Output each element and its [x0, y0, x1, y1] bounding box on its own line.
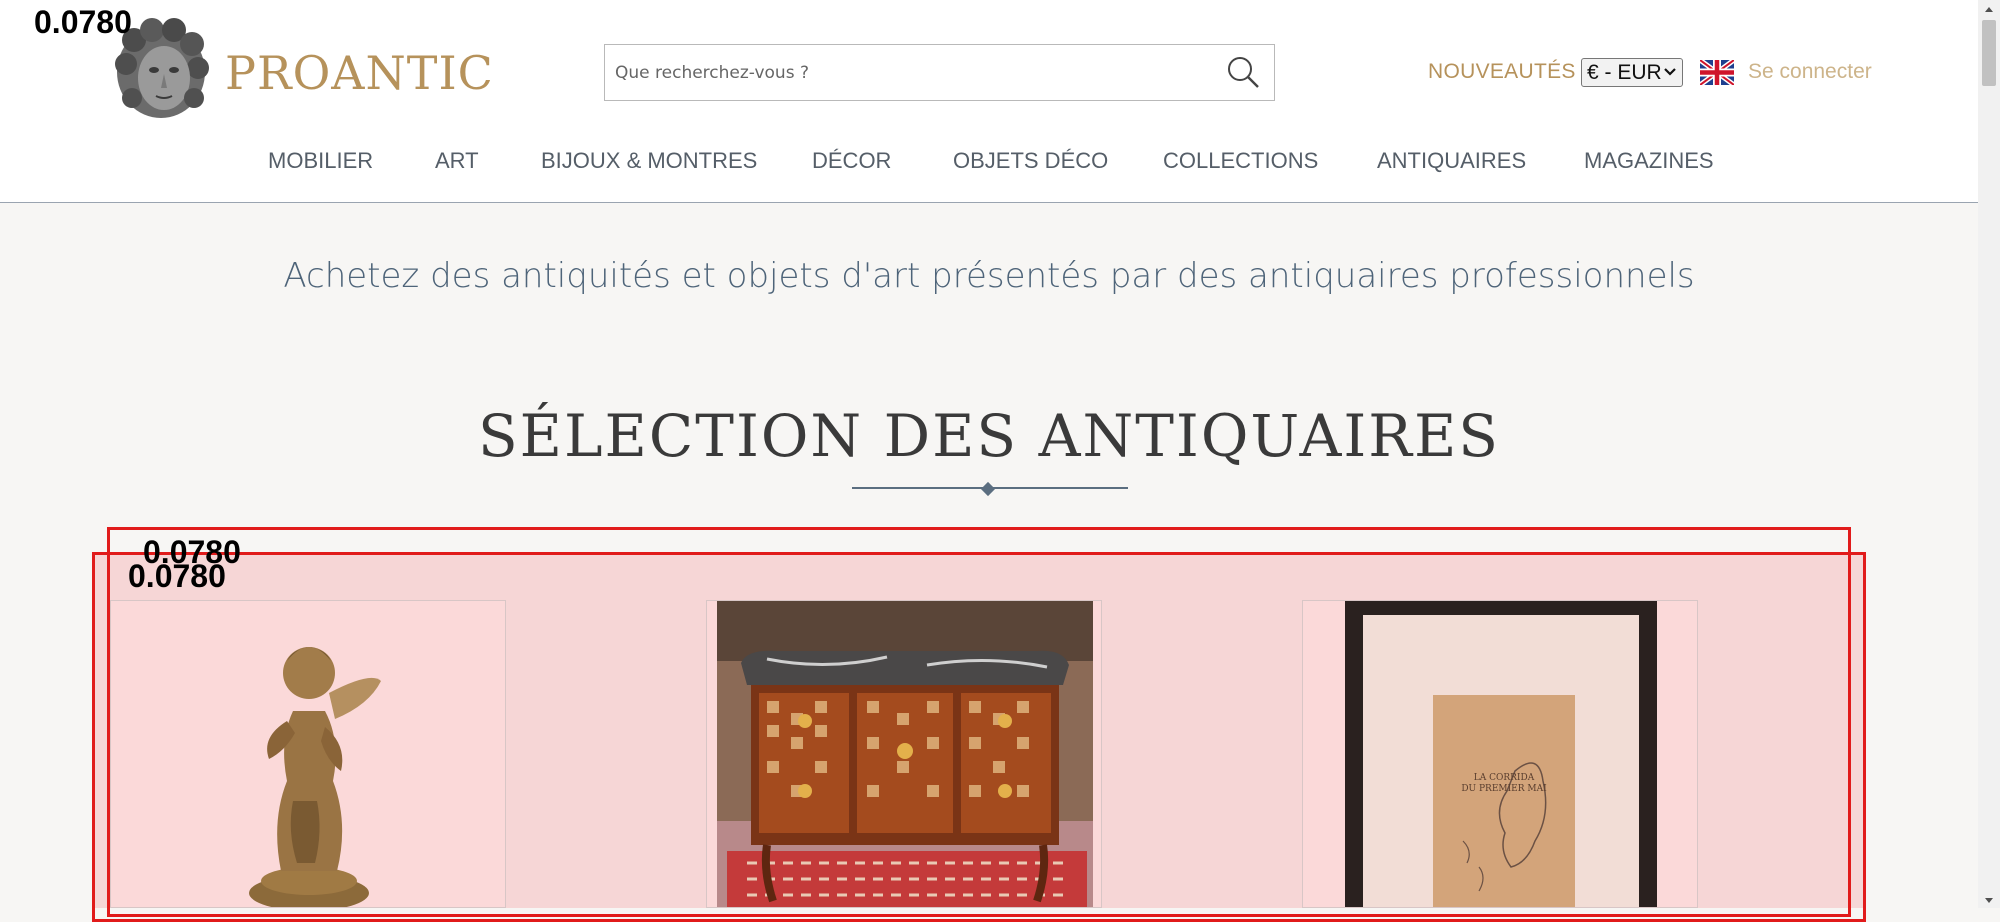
debug-score-label: 0.0780: [34, 4, 132, 40]
nav-item-decor[interactable]: DÉCOR: [812, 148, 891, 174]
nav-item-antiquaires[interactable]: ANTIQUAIRES: [1377, 148, 1526, 174]
search-icon[interactable]: [1225, 54, 1261, 90]
nav-item-magazines[interactable]: MAGAZINES: [1584, 148, 1714, 174]
debug-score-label: 0.0780: [128, 558, 226, 594]
nav-item-art[interactable]: ART: [435, 148, 479, 174]
nav-item-objets-deco[interactable]: OBJETS DÉCO: [953, 148, 1108, 174]
currency-select[interactable]: € - EUR: [1581, 58, 1683, 87]
currency-value: € - EUR: [1587, 61, 1662, 84]
logo-text[interactable]: PROANTIC: [225, 46, 494, 100]
section-title: SÉLECTION DES ANTIQUAIRES: [477, 402, 1501, 470]
tagline: Achetez des antiquités et objets d'art p…: [283, 256, 1695, 296]
login-link[interactable]: Se connecter: [1748, 60, 1872, 84]
divider-diamond: [980, 481, 996, 497]
uk-flag-icon[interactable]: [1698, 57, 1736, 88]
scroll-up-arrow-icon[interactable]: [1982, 2, 1996, 16]
detection-box-inner: [92, 552, 1866, 922]
scroll-down-arrow-icon[interactable]: [1982, 892, 1996, 906]
scrollbar-thumb[interactable]: [1982, 20, 1996, 86]
search-box: [604, 44, 1275, 101]
nouveautes-link[interactable]: NOUVEAUTÉS: [1428, 60, 1576, 84]
nav-item-collections[interactable]: COLLECTIONS: [1163, 148, 1318, 174]
main-nav: MOBILIER ART BIJOUX & MONTRES DÉCOR OBJE…: [0, 148, 1978, 178]
search-input[interactable]: [615, 45, 1195, 100]
nav-item-bijoux-montres[interactable]: BIJOUX & MONTRES: [541, 148, 757, 174]
chevron-down-icon: [1663, 61, 1677, 92]
page-scrollbar[interactable]: [1978, 0, 2000, 908]
nav-item-mobilier[interactable]: MOBILIER: [268, 148, 373, 174]
